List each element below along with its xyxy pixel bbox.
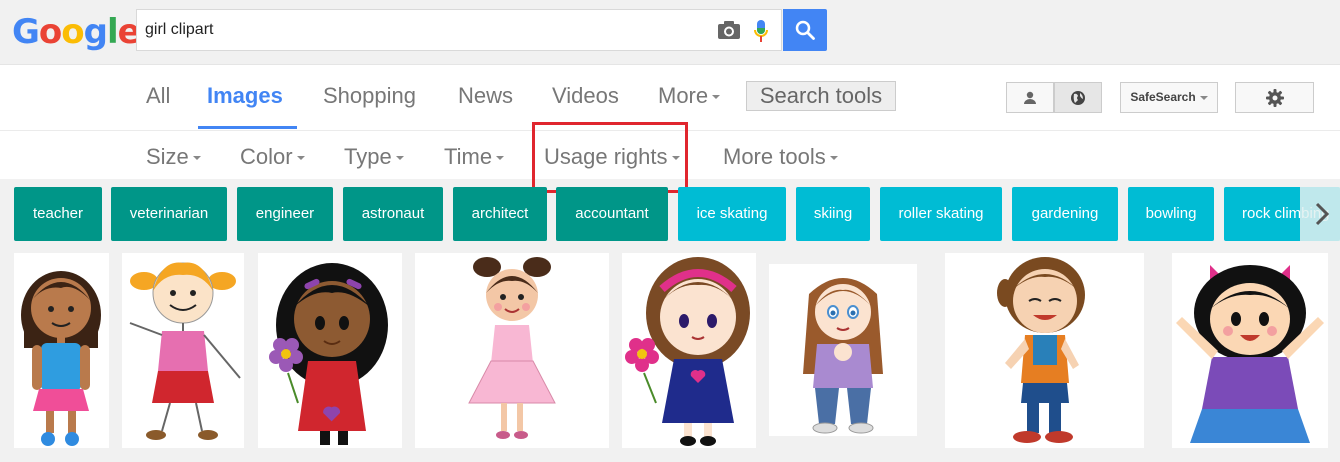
- chevron-down-icon: [496, 156, 505, 161]
- image-result[interactable]: [122, 253, 244, 448]
- tool-size[interactable]: Size: [146, 144, 201, 170]
- image-result[interactable]: [258, 253, 402, 448]
- chip-accountant[interactable]: accountant: [556, 187, 668, 241]
- chip-engineer[interactable]: engineer: [237, 187, 333, 241]
- related-chips: teacher veterinarian engineer astronaut …: [0, 187, 1340, 241]
- chevron-down-icon: [296, 156, 305, 161]
- safesearch-label: SafeSearch: [1130, 90, 1196, 104]
- gear-icon: [1266, 89, 1284, 107]
- microphone-icon[interactable]: [753, 19, 769, 43]
- tool-time[interactable]: Time: [444, 144, 505, 170]
- tool-type[interactable]: Type: [344, 144, 404, 170]
- tab-videos[interactable]: Videos: [552, 83, 619, 109]
- top-bar: Google: [0, 0, 1340, 65]
- settings-button[interactable]: [1235, 82, 1314, 113]
- all-results-button[interactable]: [1054, 82, 1102, 113]
- google-logo[interactable]: Google: [12, 12, 141, 52]
- chip-astronaut[interactable]: astronaut: [343, 187, 443, 241]
- chip-gardening[interactable]: gardening: [1012, 187, 1118, 241]
- logo-letter: G: [12, 12, 40, 52]
- chip-bowling[interactable]: bowling: [1128, 187, 1214, 241]
- girl-clipart-image: [21, 271, 101, 446]
- chevron-right-icon: [1315, 202, 1330, 226]
- tool-more-tools-label: More tools: [723, 144, 826, 169]
- chip-roller-skating[interactable]: roller skating: [880, 187, 1002, 241]
- search-input[interactable]: [145, 10, 705, 50]
- tab-more[interactable]: More: [658, 83, 721, 109]
- chevron-down-icon: [192, 156, 201, 161]
- chip-ice-skating[interactable]: ice skating: [678, 187, 786, 241]
- tab-more-label: More: [658, 83, 709, 108]
- girl-clipart-image: [803, 278, 883, 434]
- tool-type-label: Type: [344, 144, 392, 169]
- image-result[interactable]: [945, 253, 1144, 448]
- logo-letter: l: [106, 12, 119, 52]
- chip-skiing[interactable]: skiing: [796, 187, 870, 241]
- tab-news[interactable]: News: [458, 83, 513, 109]
- tool-color[interactable]: Color: [240, 144, 305, 170]
- tab-all[interactable]: All: [146, 83, 170, 109]
- chip-architect[interactable]: architect: [453, 187, 547, 241]
- tool-more-tools[interactable]: More tools: [723, 144, 838, 170]
- search-icon: [795, 20, 815, 40]
- image-result[interactable]: [769, 264, 917, 436]
- girl-clipart-image: [468, 257, 556, 439]
- image-result[interactable]: [14, 253, 109, 448]
- tool-color-label: Color: [240, 144, 293, 169]
- image-result[interactable]: [415, 253, 609, 448]
- highlight-annotation: [532, 122, 688, 193]
- tab-images[interactable]: Images: [207, 83, 283, 109]
- chip-veterinarian[interactable]: veterinarian: [111, 187, 227, 241]
- search-box: [136, 9, 782, 51]
- image-result[interactable]: [622, 253, 756, 448]
- chevron-down-icon: [829, 156, 838, 161]
- image-result[interactable]: [1172, 253, 1328, 448]
- person-icon: [1024, 91, 1036, 104]
- logo-letter: g: [83, 12, 108, 52]
- safesearch-button[interactable]: SafeSearch: [1120, 82, 1218, 113]
- globe-icon: [1071, 91, 1085, 105]
- tool-size-label: Size: [146, 144, 189, 169]
- girl-clipart-image: [129, 262, 241, 440]
- search-tools-button[interactable]: Search tools: [746, 81, 896, 111]
- chip-teacher[interactable]: teacher: [14, 187, 102, 241]
- girl-clipart-image: [997, 257, 1085, 443]
- girl-clipart-image: [625, 257, 750, 446]
- chevron-down-icon: [1199, 95, 1208, 100]
- camera-icon[interactable]: [717, 20, 741, 40]
- tab-shopping[interactable]: Shopping: [323, 83, 416, 109]
- chevron-down-icon: [395, 156, 404, 161]
- scroll-right-button[interactable]: [1300, 187, 1340, 241]
- private-results-button[interactable]: [1006, 82, 1054, 113]
- tool-time-label: Time: [444, 144, 493, 169]
- image-results-grid: [0, 250, 1340, 462]
- girl-clipart-image: [1176, 265, 1324, 443]
- active-tab-indicator: [198, 126, 297, 129]
- logo-letter: o: [61, 12, 84, 52]
- search-button[interactable]: [783, 9, 827, 51]
- girl-clipart-image: [269, 263, 388, 445]
- logo-letter: o: [38, 12, 62, 52]
- chevron-down-icon: [712, 95, 721, 100]
